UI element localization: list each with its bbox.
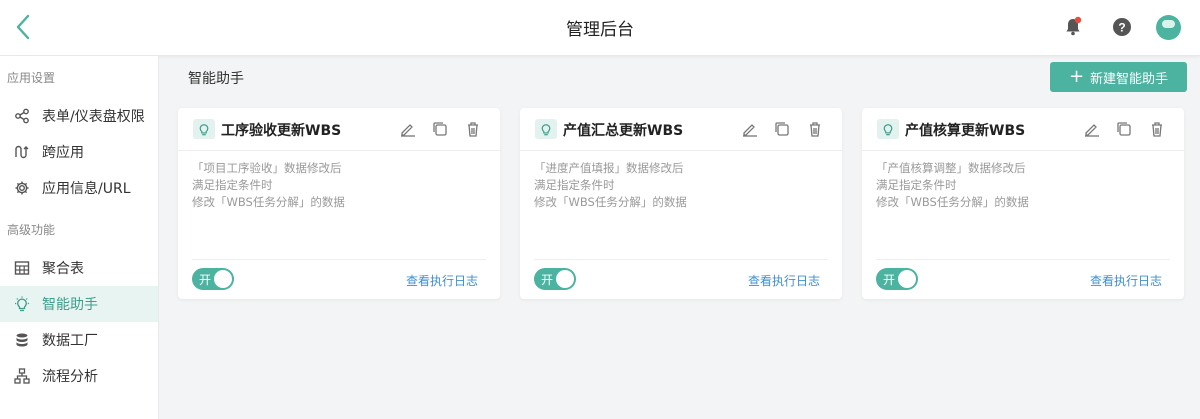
view-log-link[interactable]: 查看执行日志: [748, 272, 820, 289]
description-line: 修改「WBS任务分解」的数据: [876, 195, 1029, 209]
description-line: 「项目工序验收」数据修改后: [192, 161, 342, 175]
sidebar-item-cross-app[interactable]: 跨应用: [0, 134, 158, 170]
help-icon[interactable]: ?: [1111, 16, 1133, 38]
new-assistant-button[interactable]: + 新建智能助手: [1050, 62, 1187, 92]
description-line: 「进度产值填报」数据修改后: [534, 161, 684, 175]
section-title: 智能助手: [188, 71, 244, 87]
bell-icon[interactable]: [1062, 16, 1084, 38]
sidebar-item-aggregate-table[interactable]: 聚合表: [0, 250, 158, 286]
top-bar: 管理后台 ?: [0, 0, 1200, 56]
enable-toggle[interactable]: 开: [534, 268, 576, 290]
avatar[interactable]: [1156, 15, 1181, 40]
copy-icon[interactable]: [1115, 120, 1133, 138]
edit-icon[interactable]: [399, 120, 417, 138]
description-line: 满足指定条件时: [534, 178, 615, 192]
edit-icon[interactable]: [741, 120, 759, 138]
card-description: 「产值核算调整」数据修改后 满足指定条件时 修改「WBS任务分解」的数据: [876, 160, 1029, 211]
bulb-icon: [535, 119, 557, 139]
divider: [534, 259, 828, 260]
card-header: 产值核算更新WBS: [862, 108, 1184, 151]
sidebar: 应用设置 表单/仪表盘权限 跨应用 应用信息/URL 高级功能 聚合表 智能助手: [0, 56, 159, 419]
sidebar-item-form-permissions[interactable]: 表单/仪表盘权限: [0, 98, 158, 134]
delete-icon[interactable]: [1148, 120, 1166, 138]
plus-icon: +: [1068, 66, 1085, 87]
description-line: 修改「WBS任务分解」的数据: [192, 195, 345, 209]
view-log-link[interactable]: 查看执行日志: [406, 272, 478, 289]
toggle-knob: [556, 270, 574, 288]
description-line: 满足指定条件时: [876, 178, 957, 192]
delete-icon[interactable]: [806, 120, 824, 138]
enable-toggle[interactable]: 开: [876, 268, 918, 290]
new-assistant-label: 新建智能助手: [1090, 71, 1169, 87]
divider: [192, 259, 486, 260]
share-icon: [14, 108, 30, 124]
cross-app-icon: [14, 144, 30, 160]
toggle-knob: [214, 270, 232, 288]
assistant-card: 工序验收更新WBS 「项目工序验收」数据修改后 满足指定条件时 修改「WBS任务…: [178, 108, 500, 299]
toggle-knob: [898, 270, 916, 288]
card-header: 工序验收更新WBS: [178, 108, 500, 151]
card-description: 「项目工序验收」数据修改后 满足指定条件时 修改「WBS任务分解」的数据: [192, 160, 345, 211]
table-icon: [14, 260, 30, 276]
sidebar-item-label: 表单/仪表盘权限: [42, 109, 145, 125]
sidebar-item-label: 跨应用: [42, 145, 84, 161]
card-title: 工序验收更新WBS: [221, 123, 342, 139]
sidebar-item-label: 应用信息/URL: [42, 181, 131, 197]
sidebar-item-label: 数据工厂: [42, 333, 98, 349]
card-title: 产值汇总更新WBS: [563, 123, 684, 139]
sidebar-section-title: 应用设置: [7, 71, 56, 85]
toggle-label: 开: [199, 273, 212, 287]
sidebar-item-label: 智能助手: [42, 297, 98, 313]
description-line: 「产值核算调整」数据修改后: [876, 161, 1026, 175]
sidebar-item-data-factory[interactable]: 数据工厂: [0, 322, 158, 358]
card-header: 产值汇总更新WBS: [520, 108, 842, 151]
sidebar-item-app-info[interactable]: 应用信息/URL: [0, 170, 158, 206]
copy-icon[interactable]: [431, 120, 449, 138]
description-line: 满足指定条件时: [192, 178, 273, 192]
database-icon: [14, 332, 30, 348]
sidebar-item-smart-assistant[interactable]: 智能助手: [0, 286, 158, 322]
page-title: 管理后台: [566, 20, 634, 40]
sidebar-item-label: 流程分析: [42, 369, 98, 385]
sidebar-item-process-analysis[interactable]: 流程分析: [0, 358, 158, 394]
assistant-card: 产值汇总更新WBS 「进度产值填报」数据修改后 满足指定条件时 修改「WBS任务…: [520, 108, 842, 299]
bulb-icon: [193, 119, 215, 139]
sidebar-section-title: 高级功能: [7, 223, 56, 237]
divider: [876, 259, 1170, 260]
assistant-card: 产值核算更新WBS 「产值核算调整」数据修改后 满足指定条件时 修改「WBS任务…: [862, 108, 1184, 299]
cloud-icon: [1162, 20, 1175, 28]
edit-icon[interactable]: [1083, 120, 1101, 138]
card-description: 「进度产值填报」数据修改后 满足指定条件时 修改「WBS任务分解」的数据: [534, 160, 687, 211]
copy-icon[interactable]: [773, 120, 791, 138]
enable-toggle[interactable]: 开: [192, 268, 234, 290]
view-log-link[interactable]: 查看执行日志: [1090, 272, 1162, 289]
card-title: 产值核算更新WBS: [905, 123, 1026, 139]
toggle-label: 开: [541, 273, 554, 287]
toggle-label: 开: [883, 273, 896, 287]
delete-icon[interactable]: [464, 120, 482, 138]
svg-text:?: ?: [1118, 21, 1125, 35]
description-line: 修改「WBS任务分解」的数据: [534, 195, 687, 209]
bulb-icon: [877, 119, 899, 139]
gear-icon: [14, 180, 30, 196]
sidebar-item-label: 聚合表: [42, 261, 84, 277]
flow-icon: [14, 368, 30, 384]
bulb-icon: [14, 296, 30, 312]
